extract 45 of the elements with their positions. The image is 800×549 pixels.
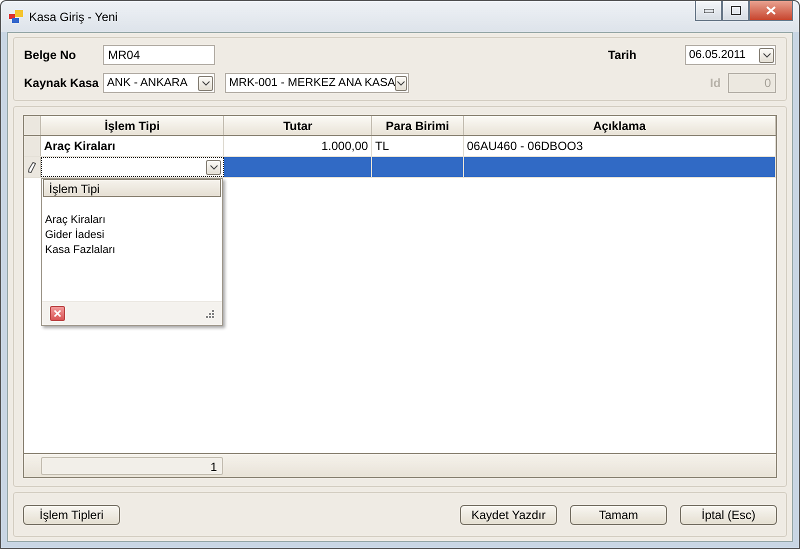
popup-column-header: İşlem Tipi: [43, 179, 221, 197]
dropdown-button[interactable]: [198, 76, 213, 90]
column-header[interactable]: Para Birimi: [372, 116, 464, 135]
window-title: Kasa Giriş - Yeni: [29, 10, 118, 24]
dropdown-button[interactable]: [395, 76, 407, 90]
clear-button[interactable]: [50, 306, 65, 321]
dropdown-item[interactable]: Gider İadesi: [45, 228, 219, 243]
app-icon: [9, 10, 23, 23]
chevron-down-icon: [210, 164, 218, 170]
field-label: Kaynak Kasa: [24, 76, 99, 90]
header-corner: [24, 116, 41, 135]
chevron-down-icon: [202, 80, 210, 86]
close-icon: [54, 310, 61, 317]
field-label: Tarih: [608, 48, 636, 62]
minimize-button[interactable]: [695, 1, 722, 21]
row-count: 1: [41, 456, 223, 474]
dropdown-button[interactable]: [759, 48, 774, 62]
close-button[interactable]: [749, 1, 793, 21]
chevron-down-icon: [397, 80, 406, 86]
resize-grip-icon[interactable]: [206, 310, 214, 318]
column-header[interactable]: Açıklama: [464, 116, 776, 135]
close-icon: [766, 6, 776, 15]
dropdown-item[interactable]: Araç Kiraları: [45, 213, 219, 228]
cash-box-select[interactable]: MRK-001 - MERKEZ ANA KASA: [225, 73, 409, 93]
action-button[interactable]: Tamam: [570, 504, 667, 524]
pencil-icon: [28, 162, 36, 172]
dropdown-item[interactable]: Kasa Fazlaları: [45, 243, 219, 258]
column-header[interactable]: İşlem Tipi: [40, 116, 224, 135]
action-button[interactable]: İşlem Tipleri: [23, 504, 120, 524]
cell-editor[interactable]: [40, 157, 224, 177]
date-field[interactable]: 06.05.2011: [685, 45, 776, 65]
column-header[interactable]: Tutar: [224, 116, 372, 135]
action-button[interactable]: Kaydet Yazdır: [460, 504, 557, 524]
minimize-icon: [704, 8, 714, 12]
row-header[interactable]: [24, 157, 41, 177]
source-select[interactable]: ANK - ANKARA: [103, 73, 215, 93]
field-label: Id: [710, 76, 721, 90]
dropdown-button[interactable]: [206, 160, 222, 174]
action-button[interactable]: İptal (Esc): [680, 504, 777, 524]
document-number-field[interactable]: MR04: [103, 45, 215, 65]
table-cell: TL: [372, 136, 464, 156]
field-label: Belge No: [24, 48, 76, 62]
maximize-button[interactable]: [722, 1, 749, 21]
maximize-icon: [730, 6, 740, 15]
chevron-down-icon: [762, 52, 770, 58]
